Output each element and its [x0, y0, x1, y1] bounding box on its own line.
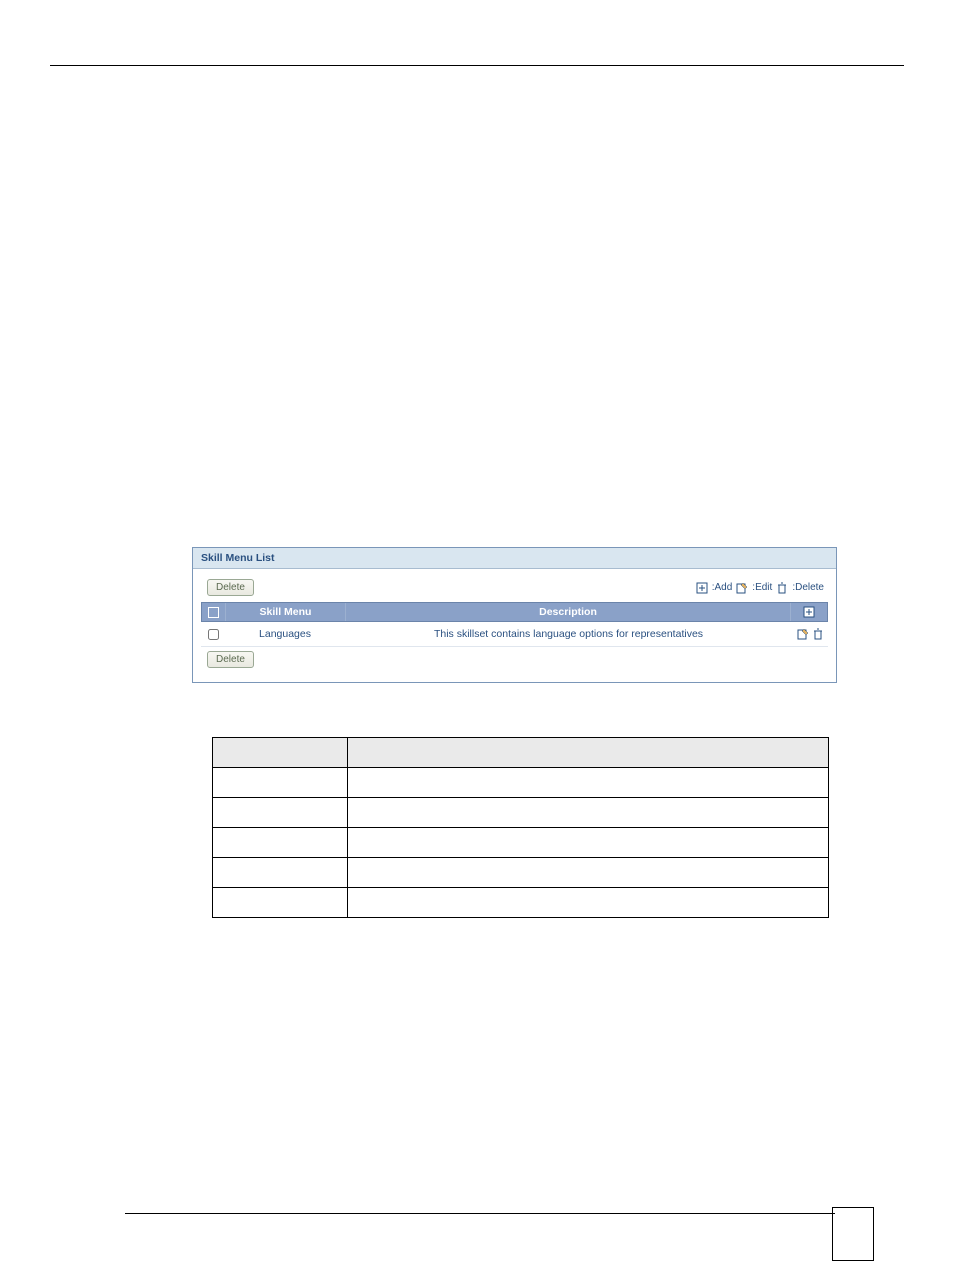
grid-header: Skill Menu Description	[201, 602, 828, 622]
add-icon[interactable]	[803, 606, 815, 618]
table-cell	[348, 858, 829, 888]
row-checkbox[interactable]	[208, 629, 219, 640]
header-checkbox[interactable]	[208, 607, 219, 618]
delete-icon[interactable]	[812, 628, 824, 640]
legend-edit-label: :Edit	[752, 582, 772, 593]
page-number-box	[832, 1207, 874, 1261]
table-header-1	[213, 738, 348, 768]
table-cell	[348, 798, 829, 828]
header-desc[interactable]: Description	[346, 603, 791, 621]
table-cell	[213, 888, 348, 918]
delete-icon	[776, 582, 788, 594]
skill-menu-panel: Skill Menu List Delete :Add :Edit :Delet…	[192, 547, 837, 683]
add-icon	[696, 582, 708, 594]
header-checkbox-cell[interactable]	[202, 603, 226, 621]
table-cell	[213, 858, 348, 888]
table-cell	[348, 828, 829, 858]
header-skill[interactable]: Skill Menu	[226, 603, 346, 621]
table-cell	[348, 888, 829, 918]
row-skill[interactable]: Languages	[225, 625, 345, 643]
legend-delete-label: :Delete	[792, 582, 824, 593]
footer-rule	[125, 1213, 835, 1214]
table-cell	[348, 768, 829, 798]
row-desc: This skillset contains language options …	[345, 625, 792, 643]
panel-body: Delete :Add :Edit :Delete Skill Menu Des…	[193, 569, 836, 682]
toolbar-top: Delete :Add :Edit :Delete	[201, 577, 828, 602]
panel-title: Skill Menu List	[193, 548, 836, 569]
toolbar-bottom: Delete	[201, 647, 828, 674]
table-row: Languages This skillset contains languag…	[201, 622, 828, 647]
icon-legend: :Add :Edit :Delete	[696, 582, 824, 594]
delete-button-bottom[interactable]: Delete	[207, 651, 254, 668]
table-header-2	[348, 738, 829, 768]
table-cell	[213, 798, 348, 828]
header-rule	[50, 65, 904, 66]
edit-icon[interactable]	[797, 628, 809, 640]
header-add-cell[interactable]	[791, 603, 827, 621]
info-table	[212, 737, 829, 918]
delete-button-top[interactable]: Delete	[207, 579, 254, 596]
table-cell	[213, 828, 348, 858]
legend-add-label: :Add	[712, 582, 733, 593]
table-cell	[213, 768, 348, 798]
edit-icon	[736, 582, 748, 594]
